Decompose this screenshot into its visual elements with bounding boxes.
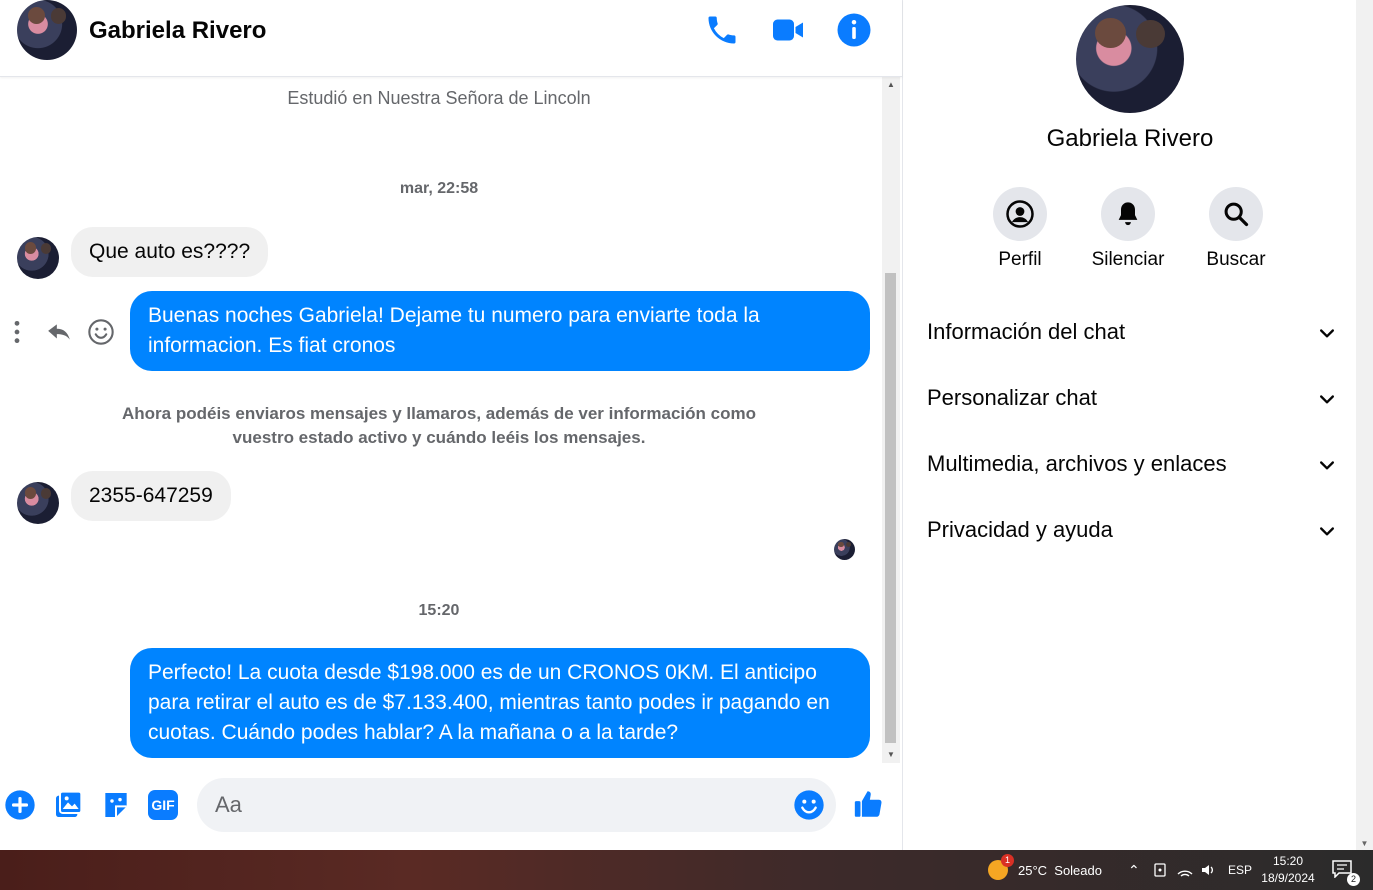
timestamp: 15:20 — [418, 602, 460, 619]
chevron-down-icon — [1320, 461, 1334, 470]
notifications-icon[interactable]: 2 — [1332, 860, 1360, 886]
chat-details-sidebar: Gabriela Rivero Perfil Silenciar Buscar … — [902, 0, 1357, 850]
outgoing-message[interactable]: Buenas noches Gabriela! Dejame tu numero… — [130, 291, 870, 371]
notification-count: 2 — [1347, 873, 1360, 886]
bell-icon — [1118, 202, 1138, 226]
clock[interactable]: 15:20 18/9/2024 — [1258, 853, 1318, 887]
chat-scrollbar[interactable]: ▲ ▼ — [882, 77, 900, 763]
profile-study-line: Estudió en Nuestra Señora de Lincoln — [287, 88, 591, 108]
incoming-message[interactable]: 2355-647259 — [71, 471, 231, 521]
thumbs-up-icon[interactable] — [852, 787, 886, 821]
section-title: Multimedia, archivos y enlaces — [927, 451, 1227, 476]
reply-icon[interactable] — [45, 319, 73, 345]
search-label: Buscar — [1206, 249, 1266, 270]
mute-label: Silenciar — [1091, 249, 1165, 270]
message-input[interactable] — [197, 778, 836, 832]
sun-icon: 1 — [988, 854, 1014, 880]
sender-avatar[interactable] — [17, 237, 59, 279]
gif-icon[interactable]: GIF — [148, 790, 178, 820]
section-media-files-links[interactable]: Multimedia, archivos y enlaces — [927, 445, 1337, 485]
contact-avatar[interactable] — [17, 0, 77, 60]
page-scroll-down-arrow[interactable]: ▼ — [1356, 839, 1373, 848]
phone-call-icon[interactable] — [704, 12, 740, 48]
weather-widget[interactable]: 1 25°C Soleado — [988, 850, 1102, 890]
clock-time: 15:20 — [1272, 854, 1304, 868]
weather-badge: 1 — [1001, 854, 1014, 867]
chevron-down-icon — [1320, 527, 1334, 536]
clock-date: 18/9/2024 — [1261, 871, 1315, 885]
profile-icon — [1006, 200, 1034, 228]
profile-avatar[interactable] — [1076, 5, 1184, 113]
connection-notice: Ahora podéis enviaros mensajes y llamaro… — [122, 404, 756, 447]
seen-receipt-avatar — [834, 539, 855, 560]
react-emoji-icon[interactable] — [87, 318, 115, 346]
mute-button[interactable]: Silenciar — [1088, 187, 1168, 271]
info-icon[interactable] — [836, 12, 872, 48]
photo-icon[interactable] — [52, 789, 84, 821]
scroll-up-arrow[interactable]: ▲ — [882, 77, 900, 93]
device-icon[interactable] — [1153, 862, 1167, 878]
section-privacy-help[interactable]: Privacidad y ayuda — [927, 511, 1337, 551]
contact-name[interactable]: Gabriela Rivero — [89, 17, 266, 45]
search-button[interactable]: Buscar — [1196, 187, 1276, 271]
chat-header: Gabriela Rivero — [0, 0, 902, 77]
add-more-icon[interactable] — [4, 789, 36, 821]
incoming-message[interactable]: Que auto es???? — [71, 227, 269, 277]
section-title: Privacidad y ayuda — [927, 517, 1113, 542]
sticker-icon[interactable] — [100, 789, 132, 821]
section-title: Personalizar chat — [927, 385, 1097, 410]
outgoing-message[interactable]: Perfecto! La cuota desde $198.000 es de … — [130, 648, 870, 758]
chevron-up-icon[interactable]: ⌃ — [1128, 850, 1140, 890]
search-icon — [1224, 202, 1249, 227]
section-customize-chat[interactable]: Personalizar chat — [927, 379, 1337, 419]
scroll-down-arrow[interactable]: ▼ — [882, 747, 900, 763]
composer: GIF — [0, 765, 902, 850]
message-list[interactable]: Estudió en Nuestra Señora de Lincoln mar… — [0, 77, 882, 763]
volume-icon[interactable] — [1200, 862, 1216, 878]
chevron-down-icon — [1320, 329, 1334, 338]
chat-panel: Gabriela Rivero Estudió en Nuestra Señor… — [0, 0, 902, 850]
language-indicator[interactable]: ESP — [1228, 850, 1252, 890]
scroll-thumb[interactable] — [885, 273, 896, 743]
video-call-icon[interactable] — [770, 12, 806, 48]
profile-name[interactable]: Gabriela Rivero — [903, 125, 1357, 153]
profile-label: Perfil — [998, 249, 1042, 270]
weather-text: 25°C Soleado — [1018, 862, 1102, 878]
wifi-icon[interactable] — [1177, 862, 1193, 878]
page-scrollbar[interactable]: ▼ — [1356, 0, 1373, 850]
more-options-icon[interactable] — [10, 319, 24, 345]
emoji-icon[interactable] — [793, 789, 825, 821]
os-taskbar: 1 25°C Soleado ⌃ ESP 15:20 18/9/2024 2 — [0, 850, 1373, 890]
section-chat-info[interactable]: Información del chat — [927, 313, 1337, 353]
sender-avatar[interactable] — [17, 482, 59, 524]
section-title: Información del chat — [927, 319, 1126, 344]
profile-button[interactable]: Perfil — [980, 187, 1060, 271]
timestamp: mar, 22:58 — [399, 180, 479, 197]
chevron-down-icon — [1320, 395, 1334, 404]
